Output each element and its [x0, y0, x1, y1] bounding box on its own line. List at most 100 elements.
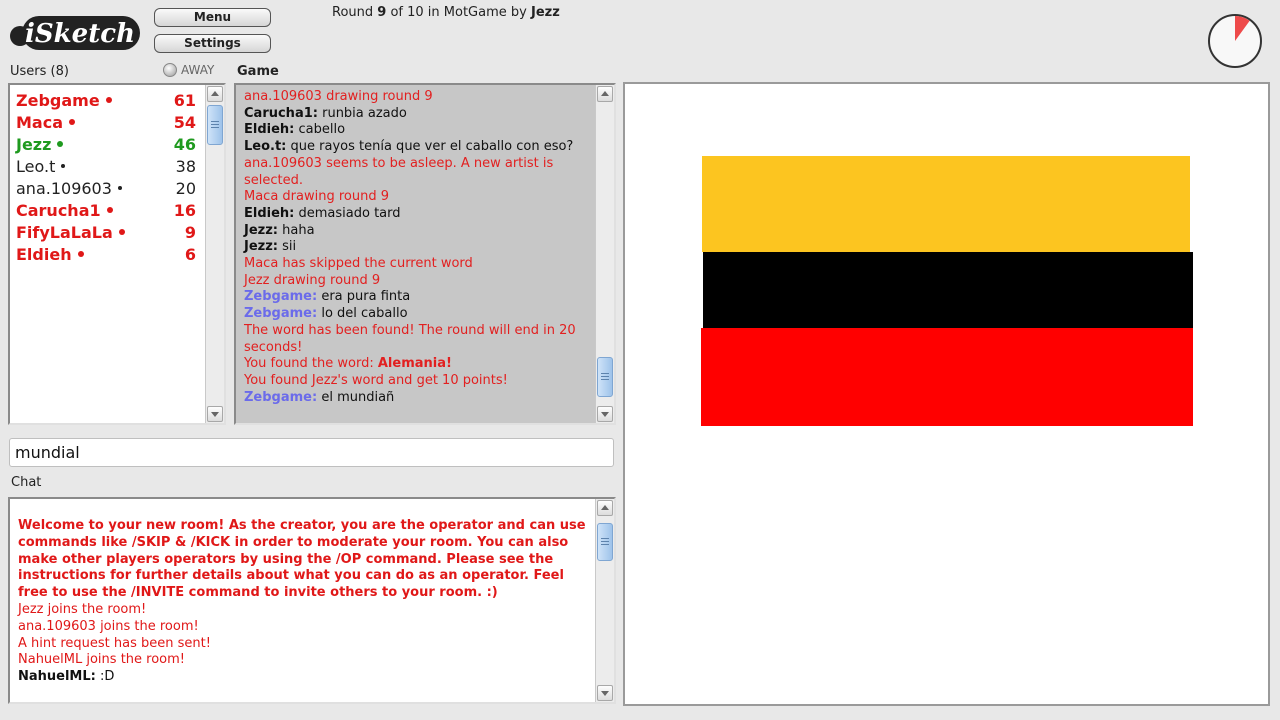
- message-author: Zebgame:: [244, 306, 318, 322]
- user-row[interactable]: Maca 54: [16, 111, 196, 133]
- chat-log: Welcome to your new room! As the creator…: [18, 518, 588, 686]
- message-author: Leo.t:: [244, 139, 287, 155]
- game-log-message-line: Jezz: sii: [244, 239, 592, 256]
- message-author: Eldieh:: [244, 122, 295, 138]
- chat-scrollbar[interactable]: [595, 499, 614, 702]
- isketch-logo: iSketch: [10, 16, 140, 50]
- game-log-message-line: Zebgame: lo del caballo: [244, 306, 592, 323]
- chat-system-line: Welcome to your new room! As the creator…: [18, 518, 586, 601]
- flag-stripe-bottom: [701, 328, 1193, 426]
- user-name-text: FifyLaLaLa: [16, 222, 113, 242]
- user-name: Eldieh: [16, 245, 84, 264]
- scroll-down-icon[interactable]: [597, 406, 613, 422]
- round-status: Round 9 of 10 in MotGame by Jezz: [332, 5, 560, 20]
- user-name: Leo.t: [16, 156, 66, 176]
- scroll-down-icon[interactable]: [597, 685, 613, 701]
- game-log-message-line: Jezz: haha: [244, 223, 592, 240]
- status-dot-icon: [118, 229, 125, 235]
- round-of-text: of 10 in MotGame by: [390, 5, 527, 20]
- user-row[interactable]: Carucha1 16: [16, 199, 196, 221]
- user-name-text: Maca: [16, 112, 63, 132]
- scroll-thumb[interactable]: [597, 357, 613, 397]
- chat-system-line: Jezz joins the room!: [18, 601, 147, 617]
- chat-panel: Welcome to your new room! As the creator…: [8, 497, 616, 704]
- user-name: Zebgame: [16, 91, 112, 110]
- user-name: Carucha1: [16, 201, 113, 220]
- game-log-system-line: Jezz drawing round 9: [244, 272, 381, 288]
- scroll-thumb[interactable]: [207, 105, 223, 145]
- user-row[interactable]: Jezz 46: [16, 133, 196, 155]
- message-text: runbia azado: [322, 105, 407, 121]
- message-text: haha: [282, 222, 315, 238]
- status-dot-icon: [69, 119, 75, 125]
- user-name-text: Zebgame: [16, 90, 100, 110]
- settings-button[interactable]: Settings: [154, 34, 271, 53]
- user-row[interactable]: FifyLaLaLa 9: [16, 221, 196, 243]
- guess-input[interactable]: [9, 438, 614, 467]
- game-log-found-line: You found the word: Alemania!: [244, 356, 592, 373]
- chat-system-line: A hint request has been sent!: [18, 635, 211, 651]
- menu-button[interactable]: Menu: [154, 8, 271, 27]
- message-text: sii: [282, 239, 297, 255]
- round-timer-icon: [1208, 14, 1262, 68]
- user-score: 16: [173, 200, 196, 220]
- status-dot-icon: [77, 251, 84, 257]
- found-word: Alemania!: [377, 356, 452, 372]
- chat-header: Chat: [11, 475, 42, 490]
- user-score: 9: [184, 222, 196, 242]
- game-log-system-line: ana.109603 drawing round 9: [244, 89, 433, 104]
- user-score: 20: [175, 178, 196, 198]
- user-name: Jezz: [16, 135, 64, 154]
- game-log-message-line: Eldieh: cabello: [244, 122, 592, 139]
- logo-text: iSketch: [25, 19, 135, 49]
- user-score: 38: [175, 156, 196, 176]
- game-scrollbar[interactable]: [595, 85, 614, 423]
- scroll-up-icon[interactable]: [207, 86, 223, 102]
- user-score: 61: [173, 90, 196, 110]
- round-prefix: Round: [332, 5, 374, 20]
- message-text: lo del caballo: [321, 306, 408, 322]
- message-text: :D: [100, 669, 115, 685]
- game-log-panel: ana.109603 drawing round 9 Carucha1: runb…: [234, 83, 616, 425]
- game-header: Game: [237, 64, 279, 79]
- game-log-system-line: You found Jezz's word and get 10 points!: [244, 372, 508, 388]
- game-log: ana.109603 drawing round 9 Carucha1: runb…: [244, 89, 592, 406]
- game-log-message-line: Zebgame: el mundiañ: [244, 390, 592, 407]
- message-author: Zebgame:: [244, 289, 318, 305]
- message-text: demasiado tard: [298, 205, 401, 221]
- scroll-thumb[interactable]: [597, 523, 613, 561]
- user-row[interactable]: Leo.t 38: [16, 155, 196, 177]
- user-row[interactable]: ana.109603 20: [16, 177, 196, 199]
- away-radio-icon[interactable]: [163, 63, 177, 77]
- game-log-message-line: Leo.t: que rayos tenía que ver el caball…: [244, 139, 592, 156]
- user-row[interactable]: Eldieh 6: [16, 243, 196, 265]
- game-log-message-line: Carucha1: runbia azado: [244, 106, 592, 123]
- user-score: 6: [184, 244, 196, 264]
- game-log-message-line: Eldieh: demasiado tard: [244, 206, 592, 223]
- user-name-text: ana.109603: [16, 178, 112, 198]
- user-row[interactable]: Zebgame 61: [16, 89, 196, 111]
- scroll-up-icon[interactable]: [597, 86, 613, 102]
- message-author: Carucha1:: [244, 105, 318, 121]
- message-text: que rayos tenía que ver el caballo con e…: [290, 139, 574, 155]
- drawing-canvas[interactable]: [623, 82, 1270, 706]
- message-text: cabello: [298, 122, 346, 138]
- game-log-system-line: ana.109603 seems to be asleep. A new art…: [244, 155, 554, 188]
- user-name-text: Carucha1: [16, 200, 101, 220]
- user-name-text: Leo.t: [16, 156, 56, 176]
- users-scrollbar[interactable]: [205, 85, 224, 423]
- status-dot-icon: [105, 97, 112, 103]
- message-author: Jezz:: [244, 239, 278, 255]
- message-author: NahuelML:: [18, 669, 96, 685]
- status-dot-icon: [61, 164, 66, 168]
- game-log-system-line: Maca drawing round 9: [244, 189, 390, 205]
- user-name: FifyLaLaLa: [16, 223, 125, 242]
- scroll-down-icon[interactable]: [207, 406, 223, 422]
- game-log-system-line: Maca has skipped the current word: [244, 256, 473, 272]
- users-header: Users (8): [10, 64, 69, 79]
- chat-system-line: ana.109603 joins the room!: [18, 618, 199, 634]
- flag-stripe-middle: [703, 252, 1193, 328]
- away-toggle[interactable]: AWAY: [163, 63, 214, 77]
- scroll-up-icon[interactable]: [597, 500, 613, 516]
- message-author: Jezz:: [244, 222, 278, 238]
